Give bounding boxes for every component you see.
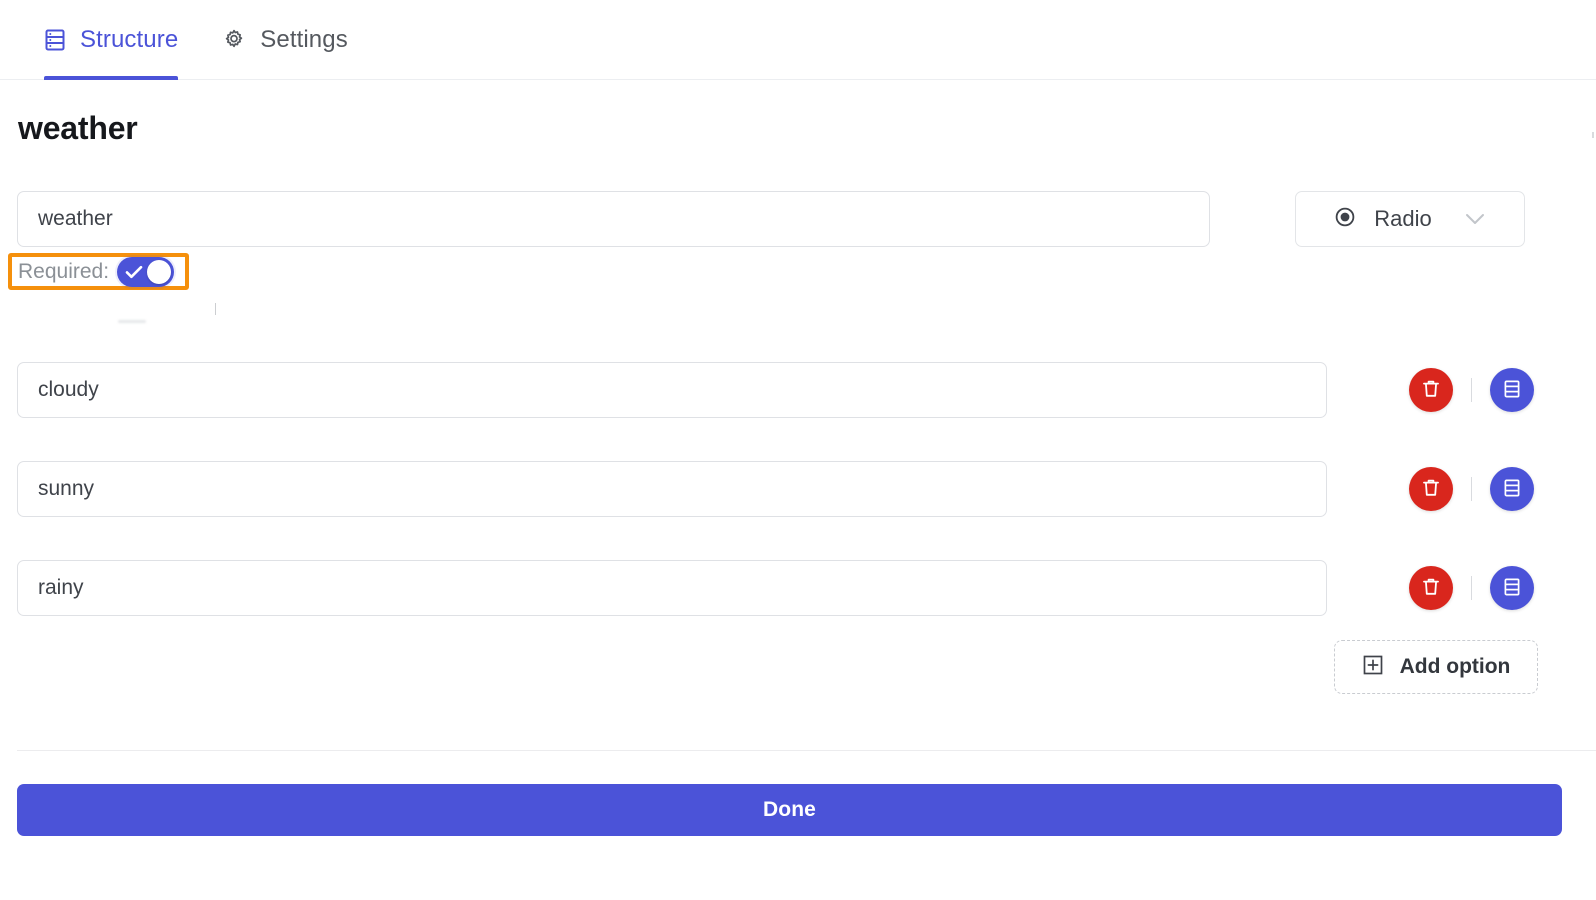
option-input-wrapper [17, 560, 1327, 616]
field-type-select[interactable]: Radio [1295, 191, 1525, 247]
tab-settings[interactable]: Settings [200, 0, 370, 80]
option-input[interactable] [17, 560, 1327, 616]
list-rows-icon [1503, 478, 1521, 501]
delete-option-button[interactable] [1409, 566, 1453, 610]
field-name-row: Radio [17, 191, 1551, 247]
radio-button-icon [1334, 206, 1356, 233]
page-title: weather [18, 110, 138, 146]
option-input-wrapper [17, 362, 1327, 418]
delete-option-button[interactable] [1409, 467, 1453, 511]
option-input[interactable] [17, 461, 1327, 517]
render-artifact-smudge [118, 320, 146, 323]
trash-icon [1421, 477, 1441, 502]
tab-settings-label: Settings [260, 25, 348, 53]
required-toggle[interactable] [117, 256, 175, 287]
option-input-wrapper [17, 461, 1327, 517]
tab-structure-label: Structure [80, 25, 179, 53]
option-row-actions [1409, 461, 1534, 517]
option-row-actions [1409, 560, 1534, 616]
required-toggle-highlight: Required: [8, 253, 189, 290]
option-input[interactable] [17, 362, 1327, 418]
tab-structure[interactable]: Structure [22, 0, 200, 80]
toggle-knob [147, 259, 172, 284]
trash-icon [1421, 576, 1441, 601]
trash-icon [1421, 378, 1441, 403]
field-name-input-wrapper [17, 191, 1210, 247]
action-divider [1471, 576, 1472, 600]
option-row [0, 461, 1596, 560]
footer-divider [17, 750, 1596, 751]
reorder-option-button[interactable] [1490, 566, 1534, 610]
delete-option-button[interactable] [1409, 368, 1453, 412]
required-label: Required: [18, 259, 110, 283]
render-artifact-tick [215, 303, 216, 315]
list-rows-icon [44, 28, 66, 52]
plus-square-icon [1362, 654, 1384, 681]
option-row-actions [1409, 362, 1534, 418]
option-row [0, 362, 1596, 461]
list-rows-icon [1503, 577, 1521, 600]
render-artifact-edge [1592, 132, 1594, 138]
list-rows-icon [1503, 379, 1521, 402]
tab-bar: Structure Settings [0, 0, 1596, 80]
check-icon [125, 264, 143, 285]
action-divider [1471, 378, 1472, 402]
field-type-value: Radio [1374, 206, 1432, 231]
field-editor-panel: Structure Settings weather weather Radio… [0, 0, 1596, 900]
add-option-button[interactable]: Add option [1334, 640, 1538, 694]
reorder-option-button[interactable] [1490, 467, 1534, 511]
gear-icon [222, 28, 246, 52]
chevron-down-icon [1464, 212, 1486, 226]
field-name-input[interactable] [17, 191, 1210, 247]
action-divider [1471, 477, 1472, 501]
reorder-option-button[interactable] [1490, 368, 1534, 412]
add-option-label: Add option [1399, 655, 1511, 678]
options-list [0, 362, 1596, 659]
done-button[interactable]: Done [17, 784, 1562, 836]
